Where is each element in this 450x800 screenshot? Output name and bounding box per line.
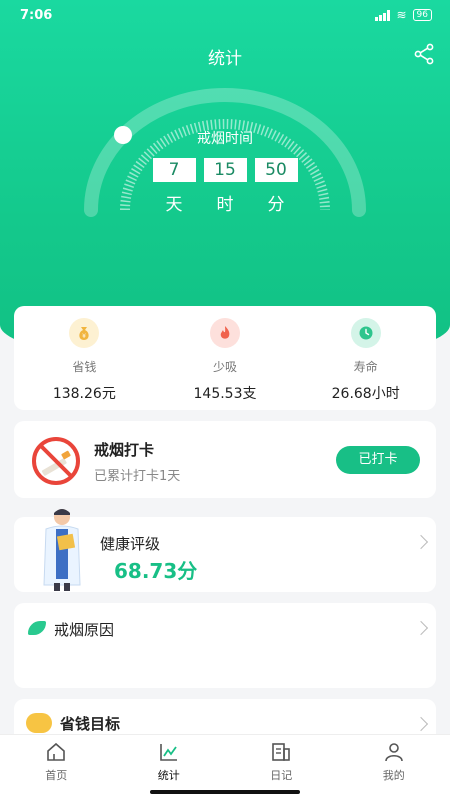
health-rating-card[interactable]: 健康评级 68.73分 <box>14 509 436 592</box>
clock-icon <box>350 318 381 348</box>
no-smoking-icon <box>32 437 80 485</box>
tab-profile[interactable]: 我的 <box>338 735 450 800</box>
doctor-illustration <box>43 509 81 591</box>
unit-hour: 时 <box>216 195 234 215</box>
tab-label: 统计 <box>157 769 180 782</box>
timer-hours: 15 <box>203 158 247 182</box>
signal-icon <box>375 9 391 21</box>
chart-icon <box>159 744 177 761</box>
stat-cigarettes: 少吸 145.53支 <box>155 306 296 410</box>
checkin-subtitle: 已累计打卡1天 <box>94 469 181 484</box>
health-title: 健康评级 <box>100 535 161 553</box>
timer-minutes: 50 <box>254 158 298 182</box>
wifi-icon: ≋ <box>396 8 407 22</box>
home-icon <box>47 742 66 761</box>
status-bar: 7:06 ≋ 96 <box>0 0 450 32</box>
stat-label: 少吸 <box>213 360 238 374</box>
money-bag-icon: ¥ <box>69 318 100 348</box>
health-score: 68.73分 <box>114 559 198 583</box>
timer-units: 天 时 分 <box>0 190 450 215</box>
diary-icon <box>272 743 291 761</box>
stat-value: 138.26元 <box>52 386 116 402</box>
gauge-label: 戒烟时间 <box>197 131 253 147</box>
stat-label: 省钱 <box>72 360 97 374</box>
quit-reason-card[interactable]: 戒烟原因 <box>14 603 436 688</box>
profile-icon <box>384 743 403 762</box>
tab-label: 首页 <box>45 769 68 782</box>
status-time: 7:06 <box>20 8 53 23</box>
home-indicator <box>150 790 300 794</box>
quit-timer: 7 15 50 <box>0 158 450 182</box>
leaf-icon <box>28 621 46 635</box>
stat-value: 26.68小时 <box>331 386 400 402</box>
status-icons: ≋ 96 <box>375 8 432 22</box>
tab-home[interactable]: 首页 <box>0 735 113 800</box>
stat-value: 145.53支 <box>193 386 257 402</box>
share-icon[interactable] <box>412 42 436 66</box>
tab-label: 我的 <box>382 769 405 782</box>
stat-lifespan: 寿命 26.68小时 <box>295 306 436 410</box>
flame-icon <box>210 318 240 348</box>
page-title: 统计 <box>208 49 242 69</box>
stat-money: ¥ 省钱 138.26元 <box>14 306 155 410</box>
timer-days: 7 <box>152 158 196 182</box>
battery-icon: 96 <box>412 9 432 21</box>
saving-title: 省钱目标 <box>60 715 121 733</box>
chevron-right-icon <box>413 534 429 550</box>
piggy-bank-icon <box>26 713 52 733</box>
chevron-right-icon <box>413 716 429 732</box>
chevron-right-icon <box>413 620 429 636</box>
checkin-title: 戒烟打卡 <box>94 441 155 459</box>
stats-card: ¥ 省钱 138.26元 少吸 145.53支 寿命 26.68小时 <box>14 306 436 410</box>
checkin-card: 戒烟打卡 已累计打卡1天 已打卡 <box>14 421 436 498</box>
stat-label: 寿命 <box>353 360 378 374</box>
unit-minute: 分 <box>267 195 285 215</box>
svg-text:¥: ¥ <box>82 333 86 340</box>
tab-label: 日记 <box>270 769 293 782</box>
unit-day: 天 <box>165 195 183 215</box>
checked-in-button[interactable]: 已打卡 <box>336 446 420 474</box>
reason-title: 戒烟原因 <box>54 621 115 639</box>
